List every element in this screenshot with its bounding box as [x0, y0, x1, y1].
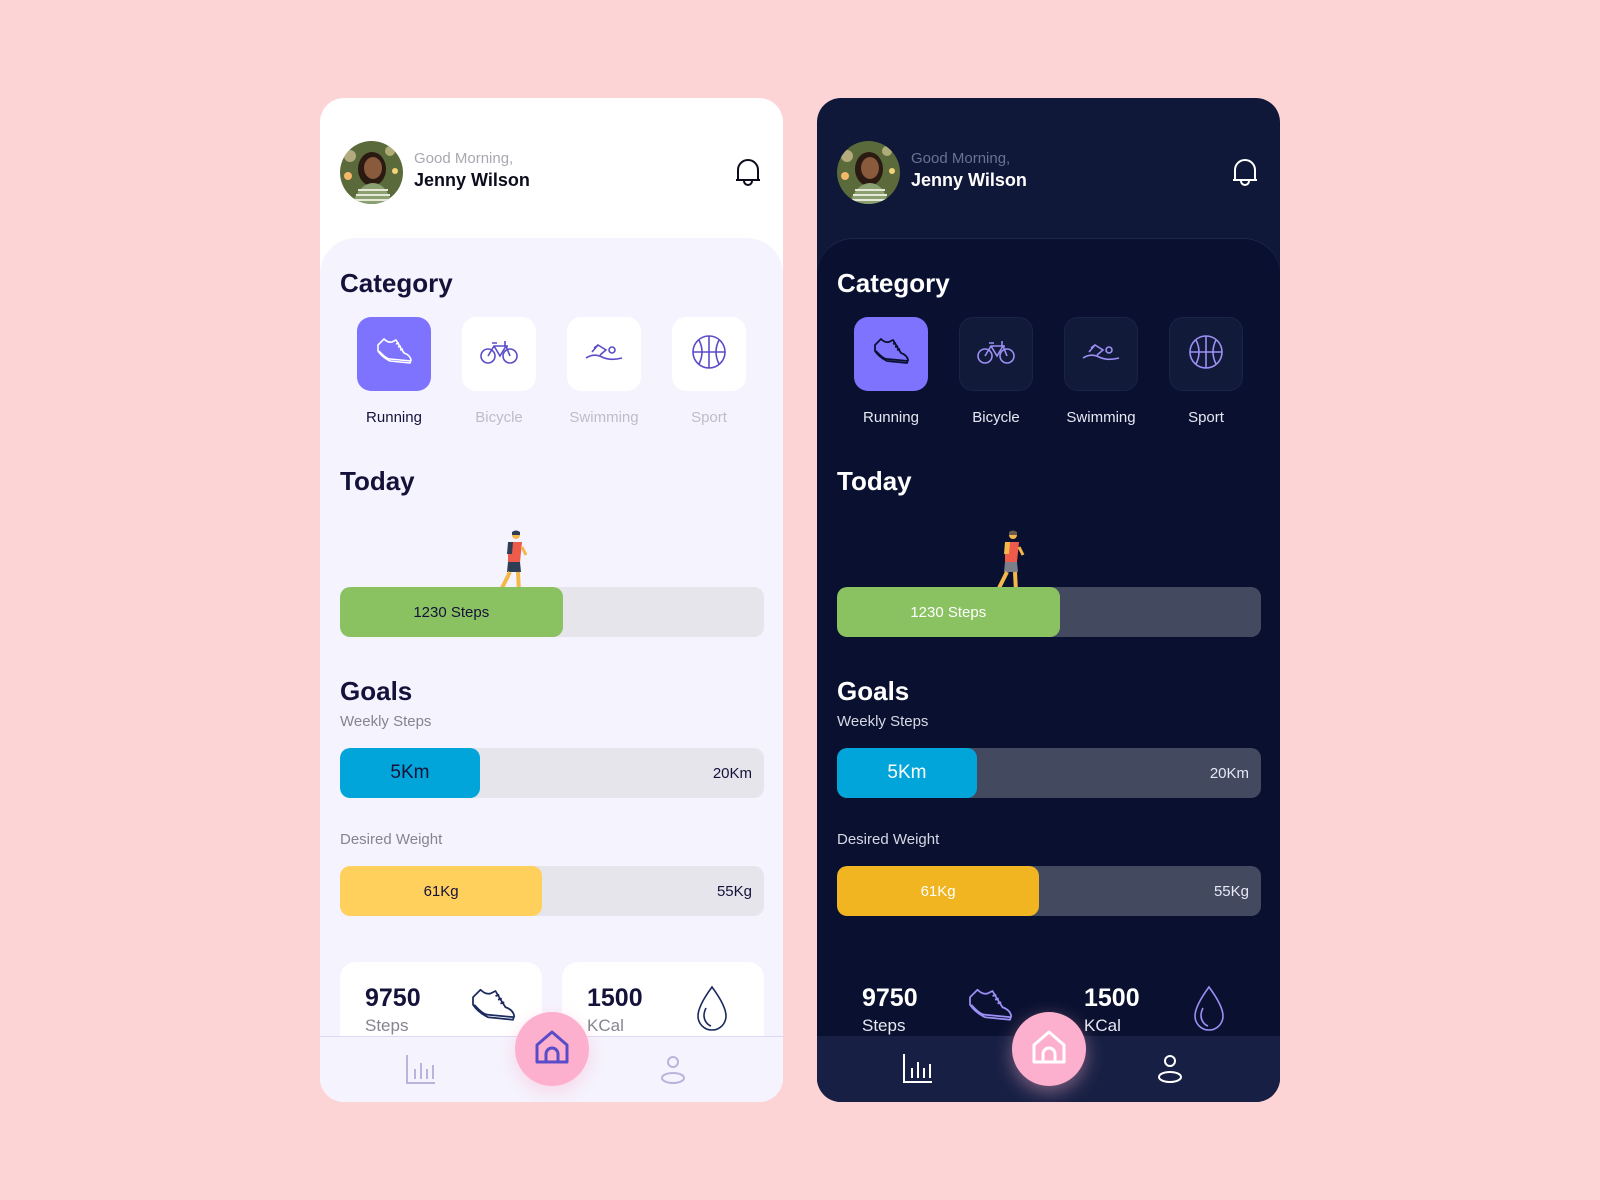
basketball-icon	[691, 334, 727, 375]
desired-weight-label: Desired Weight	[340, 831, 443, 848]
weekly-steps-label: Weekly Steps	[837, 713, 929, 730]
sneaker-icon	[374, 335, 414, 374]
kcal-value: 1500	[1084, 984, 1140, 1012]
weekly-target: 20Km	[712, 764, 752, 782]
category-label: Swimming	[569, 409, 639, 426]
category-label: Running	[863, 409, 919, 426]
weekly-target: 20Km	[1209, 764, 1249, 782]
bell-icon[interactable]	[733, 155, 763, 189]
category-running[interactable]: Running	[854, 317, 928, 426]
bell-icon[interactable]	[1230, 155, 1260, 189]
today-steps-bar: 1230 Steps	[837, 587, 1261, 637]
category-label: Running	[366, 409, 422, 426]
category-label: Bicycle	[475, 409, 523, 426]
kcal-value: 1500	[587, 984, 643, 1012]
phone-light-theme: Good Morning, Jenny Wilson Category Runn…	[320, 98, 783, 1102]
phone-dark-theme: Good Morning, Jenny Wilson Category Runn…	[817, 98, 1280, 1102]
chart-icon[interactable]	[900, 1050, 936, 1086]
category-title: Category	[340, 268, 453, 298]
profile-icon[interactable]	[1152, 1050, 1188, 1086]
weekly-steps-fill: 5Km	[837, 748, 977, 798]
category-sport[interactable]: Sport	[672, 317, 746, 426]
weekly-steps-bar: 5Km 20Km	[340, 748, 764, 798]
weight-current: 61Kg	[920, 882, 956, 900]
category-label: Swimming	[1066, 409, 1136, 426]
category-title: Category	[837, 268, 950, 298]
category-label: Sport	[1188, 409, 1224, 426]
bicycle-icon	[479, 338, 519, 371]
water-drop-icon	[1191, 984, 1241, 1034]
category-bicycle[interactable]: Bicycle	[462, 317, 536, 426]
sneaker-icon	[965, 984, 1015, 1034]
kcal-unit: KCal	[1084, 1016, 1121, 1035]
steps-unit: Steps	[365, 1016, 409, 1035]
home-icon	[1029, 1027, 1069, 1072]
goals-title: Goals	[837, 676, 910, 706]
goals-title: Goals	[340, 676, 413, 706]
basketball-icon	[1188, 334, 1224, 375]
home-button[interactable]	[515, 1012, 589, 1086]
today-steps-bar: 1230 Steps	[340, 587, 764, 637]
weight-target: 55Kg	[716, 882, 752, 900]
today-title: Today	[837, 466, 912, 496]
greeting-text: Good Morning,	[911, 150, 1011, 167]
today-title: Today	[340, 466, 415, 496]
today-steps-fill: 1230 Steps	[837, 587, 1060, 637]
home-icon	[532, 1027, 572, 1072]
weight-current: 61Kg	[423, 882, 459, 900]
category-bicycle[interactable]: Bicycle	[959, 317, 1033, 426]
user-name: Jenny Wilson	[911, 170, 1027, 190]
steps-unit: Steps	[862, 1016, 906, 1035]
swimmer-icon	[584, 340, 624, 369]
weekly-steps-bar: 5Km 20Km	[837, 748, 1261, 798]
avatar[interactable]	[340, 141, 403, 204]
weekly-current: 5Km	[887, 762, 927, 783]
desired-weight-bar: 61Kg 55Kg	[837, 866, 1261, 916]
desired-weight-fill: 61Kg	[340, 866, 543, 916]
sneaker-icon	[871, 335, 911, 374]
today-steps-fill: 1230 Steps	[340, 587, 563, 637]
sneaker-icon	[468, 984, 518, 1034]
today-steps-label: 1230 Steps	[413, 603, 490, 621]
category-list: Running Bicycle Swimming Sport	[340, 317, 760, 437]
kcal-unit: KCal	[587, 1016, 624, 1035]
home-button[interactable]	[1012, 1012, 1086, 1086]
weekly-current: 5Km	[390, 762, 430, 783]
greeting-text: Good Morning,	[414, 150, 514, 167]
weekly-steps-label: Weekly Steps	[340, 713, 432, 730]
category-sport[interactable]: Sport	[1169, 317, 1243, 426]
header: Good Morning, Jenny Wilson	[320, 98, 783, 248]
weight-target: 55Kg	[1213, 882, 1249, 900]
today-steps-label: 1230 Steps	[910, 603, 987, 621]
user-name: Jenny Wilson	[414, 170, 530, 190]
water-drop-icon	[694, 984, 744, 1034]
desired-weight-label: Desired Weight	[837, 831, 940, 848]
chart-icon[interactable]	[403, 1051, 439, 1087]
swimmer-icon	[1081, 340, 1121, 369]
avatar[interactable]	[837, 141, 900, 204]
category-swimming[interactable]: Swimming	[1064, 317, 1138, 426]
header: Good Morning, Jenny Wilson	[817, 98, 1280, 248]
category-swimming[interactable]: Swimming	[567, 317, 641, 426]
profile-icon[interactable]	[655, 1051, 691, 1087]
category-list: Running Bicycle Swimming Sport	[837, 317, 1257, 437]
category-label: Sport	[691, 409, 727, 426]
weekly-steps-fill: 5Km	[340, 748, 480, 798]
bicycle-icon	[976, 338, 1016, 371]
category-running[interactable]: Running	[357, 317, 431, 426]
steps-value: 9750	[365, 984, 421, 1012]
steps-value: 9750	[862, 984, 918, 1012]
desired-weight-bar: 61Kg 55Kg	[340, 866, 764, 916]
category-label: Bicycle	[972, 409, 1020, 426]
desired-weight-fill: 61Kg	[837, 866, 1040, 916]
